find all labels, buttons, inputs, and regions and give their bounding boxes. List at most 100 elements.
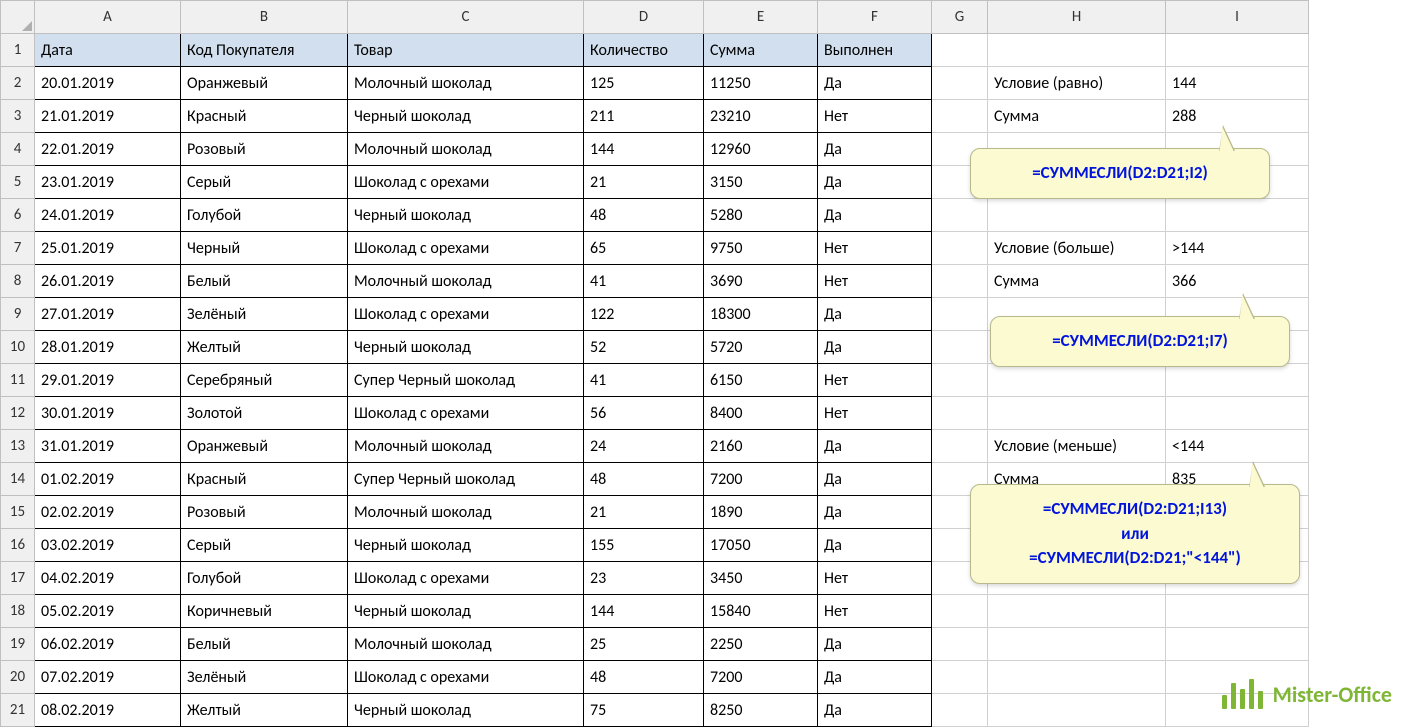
cell-H19[interactable] [988, 628, 1166, 661]
cell-B10[interactable]: Желтый [181, 331, 348, 364]
row-header-8[interactable]: 8 [1, 265, 35, 298]
cell-B12[interactable]: Золотой [181, 397, 348, 430]
cell-E20[interactable]: 7200 [704, 661, 818, 694]
cell-A10[interactable]: 28.01.2019 [35, 331, 181, 364]
cell-C6[interactable]: Черный шоколад [348, 199, 584, 232]
row-header-14[interactable]: 14 [1, 463, 35, 496]
cell-B8[interactable]: Белый [181, 265, 348, 298]
cell-E1[interactable]: Сумма [704, 34, 818, 67]
cell-B20[interactable]: Зелёный [181, 661, 348, 694]
row-header-9[interactable]: 9 [1, 298, 35, 331]
cell-A9[interactable]: 27.01.2019 [35, 298, 181, 331]
cell-A3[interactable]: 21.01.2019 [35, 100, 181, 133]
cell-C13[interactable]: Молочный шоколад [348, 430, 584, 463]
cell-G11[interactable] [932, 364, 988, 397]
cell-B18[interactable]: Коричневый [181, 595, 348, 628]
cell-C17[interactable]: Шоколад с орехами [348, 562, 584, 595]
cell-F20[interactable]: Да [818, 661, 932, 694]
cell-A6[interactable]: 24.01.2019 [35, 199, 181, 232]
row-header-10[interactable]: 10 [1, 331, 35, 364]
cell-A14[interactable]: 01.02.2019 [35, 463, 181, 496]
cell-C4[interactable]: Молочный шоколад [348, 133, 584, 166]
cell-G6[interactable] [932, 199, 988, 232]
row-header-6[interactable]: 6 [1, 199, 35, 232]
cell-C18[interactable]: Черный шоколад [348, 595, 584, 628]
cell-A8[interactable]: 26.01.2019 [35, 265, 181, 298]
cell-A5[interactable]: 23.01.2019 [35, 166, 181, 199]
cell-A16[interactable]: 03.02.2019 [35, 529, 181, 562]
cell-F5[interactable]: Да [818, 166, 932, 199]
cell-F21[interactable]: Да [818, 694, 932, 727]
cell-H6[interactable] [988, 199, 1166, 232]
cell-I11[interactable] [1166, 364, 1309, 397]
cell-C9[interactable]: Шоколад с орехами [348, 298, 584, 331]
row-header-21[interactable]: 21 [1, 694, 35, 727]
cell-C16[interactable]: Черный шоколад [348, 529, 584, 562]
cell-H8[interactable]: Сумма [988, 265, 1166, 298]
cell-F17[interactable]: Нет [818, 562, 932, 595]
cell-B13[interactable]: Оранжевый [181, 430, 348, 463]
cell-G13[interactable] [932, 430, 988, 463]
cell-C2[interactable]: Молочный шоколад [348, 67, 584, 100]
row-header-12[interactable]: 12 [1, 397, 35, 430]
cell-F8[interactable]: Нет [818, 265, 932, 298]
cell-F3[interactable]: Нет [818, 100, 932, 133]
cell-C3[interactable]: Черный шоколад [348, 100, 584, 133]
cell-E19[interactable]: 2250 [704, 628, 818, 661]
cell-G20[interactable] [932, 661, 988, 694]
cell-H20[interactable] [988, 661, 1166, 694]
cell-C14[interactable]: Супер Черный шоколад [348, 463, 584, 496]
cell-F18[interactable]: Нет [818, 595, 932, 628]
cell-A21[interactable]: 08.02.2019 [35, 694, 181, 727]
cell-A7[interactable]: 25.01.2019 [35, 232, 181, 265]
cell-E6[interactable]: 5280 [704, 199, 818, 232]
cell-E18[interactable]: 15840 [704, 595, 818, 628]
cell-E21[interactable]: 8250 [704, 694, 818, 727]
cell-I7[interactable]: >144 [1166, 232, 1309, 265]
cell-C20[interactable]: Шоколад с орехами [348, 661, 584, 694]
cell-H11[interactable] [988, 364, 1166, 397]
cell-I1[interactable] [1166, 34, 1309, 67]
cell-E13[interactable]: 2160 [704, 430, 818, 463]
cell-D15[interactable]: 21 [584, 496, 704, 529]
cell-A12[interactable]: 30.01.2019 [35, 397, 181, 430]
row-header-5[interactable]: 5 [1, 166, 35, 199]
cell-C7[interactable]: Шоколад с орехами [348, 232, 584, 265]
cell-C10[interactable]: Черный шоколад [348, 331, 584, 364]
cell-E5[interactable]: 3150 [704, 166, 818, 199]
cell-A13[interactable]: 31.01.2019 [35, 430, 181, 463]
cell-G9[interactable] [932, 298, 988, 331]
cell-A20[interactable]: 07.02.2019 [35, 661, 181, 694]
cell-F6[interactable]: Да [818, 199, 932, 232]
cell-A15[interactable]: 02.02.2019 [35, 496, 181, 529]
cell-D5[interactable]: 21 [584, 166, 704, 199]
cell-I3[interactable]: 288 [1166, 100, 1309, 133]
cell-H12[interactable] [988, 397, 1166, 430]
cell-D21[interactable]: 75 [584, 694, 704, 727]
cell-E11[interactable]: 6150 [704, 364, 818, 397]
cell-H21[interactable] [988, 694, 1166, 727]
cell-E4[interactable]: 12960 [704, 133, 818, 166]
cell-C11[interactable]: Супер Черный шоколад [348, 364, 584, 397]
cell-F12[interactable]: Нет [818, 397, 932, 430]
cell-B1[interactable]: Код Покупателя [181, 34, 348, 67]
row-header-20[interactable]: 20 [1, 661, 35, 694]
cell-B7[interactable]: Черный [181, 232, 348, 265]
cell-D9[interactable]: 122 [584, 298, 704, 331]
cell-C19[interactable]: Молочный шоколад [348, 628, 584, 661]
cell-H3[interactable]: Сумма [988, 100, 1166, 133]
cell-H2[interactable]: Условие (равно) [988, 67, 1166, 100]
cell-G2[interactable] [932, 67, 988, 100]
cell-D14[interactable]: 48 [584, 463, 704, 496]
row-header-18[interactable]: 18 [1, 595, 35, 628]
cell-E12[interactable]: 8400 [704, 397, 818, 430]
cell-F7[interactable]: Нет [818, 232, 932, 265]
cell-B3[interactable]: Красный [181, 100, 348, 133]
cell-D12[interactable]: 56 [584, 397, 704, 430]
cell-E2[interactable]: 11250 [704, 67, 818, 100]
cell-F11[interactable]: Нет [818, 364, 932, 397]
cell-B2[interactable]: Оранжевый [181, 67, 348, 100]
cell-G7[interactable] [932, 232, 988, 265]
cell-D16[interactable]: 155 [584, 529, 704, 562]
row-header-15[interactable]: 15 [1, 496, 35, 529]
